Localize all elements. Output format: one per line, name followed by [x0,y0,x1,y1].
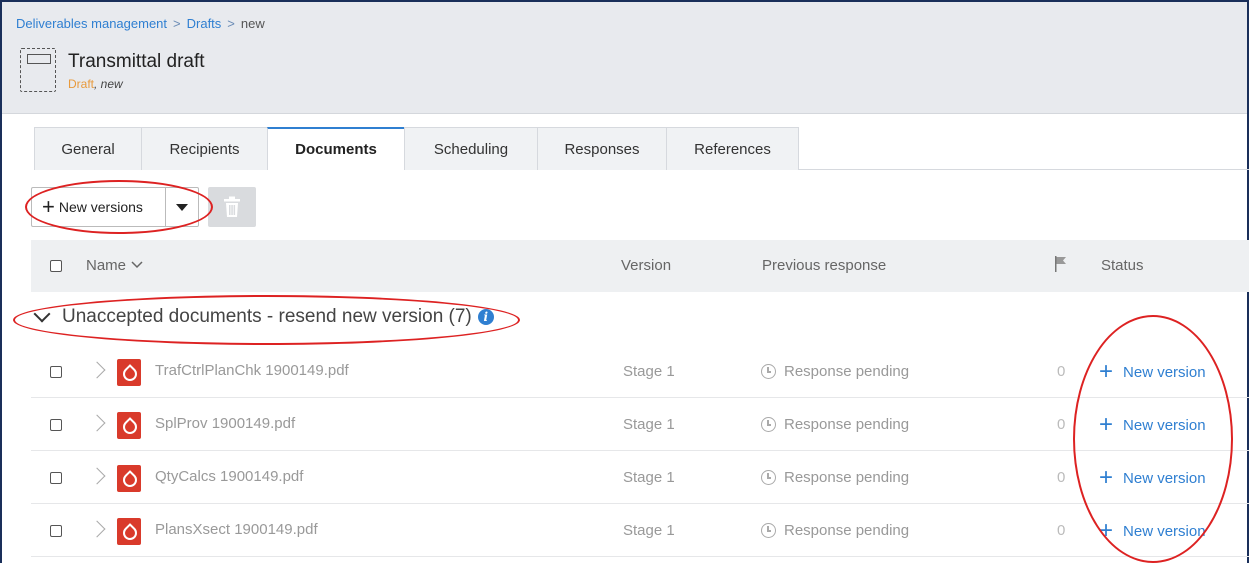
row-checkbox[interactable] [50,472,62,484]
breadcrumb-drafts[interactable]: Drafts [187,16,222,31]
new-version-link[interactable]: + New version [1099,519,1206,543]
file-name[interactable]: PlansXsect 1900149.pdf [155,521,318,538]
pdf-icon [117,465,141,492]
flag-count: 0 [1057,522,1066,539]
group-header[interactable]: Unaccepted documents - resend new versio… [33,305,494,328]
version-value: Stage 1 [623,363,675,380]
chevron-right-icon[interactable] [88,520,106,538]
chevron-right-icon[interactable] [88,467,106,485]
plus-icon: + [1099,411,1114,438]
table-row: TrafCtrlPlanChk 1900149.pdf Stage 1 Resp… [31,345,1249,398]
clock-icon [761,523,776,538]
document-icon [20,48,56,92]
tab-divider [798,169,1249,170]
clock-icon [761,364,776,379]
tab-general[interactable]: General [34,127,142,170]
flag-icon [1053,255,1069,277]
flag-count: 0 [1057,363,1066,380]
new-versions-dropdown-button[interactable] [165,187,199,227]
new-version-label: New version [1123,363,1206,381]
tab-scheduling[interactable]: Scheduling [404,127,538,170]
new-version-label: New version [1123,522,1206,540]
page-title: Transmittal draft [68,51,205,72]
new-versions-button[interactable]: + New versions [31,187,165,227]
breadcrumb-current: new [240,16,265,31]
response-text: Response pending [784,363,910,380]
column-status[interactable]: Status [1101,257,1144,274]
previous-response: Response pending [761,416,909,433]
flag-count: 0 [1057,416,1066,433]
status-line: Draft, new [68,77,123,91]
plus-icon: + [1099,464,1114,491]
plus-icon: + [1099,358,1114,385]
status-suffix: , new [94,77,123,91]
tab-references[interactable]: References [666,127,799,170]
response-text: Response pending [784,416,910,433]
response-text: Response pending [784,469,910,486]
toolbar: + New versions [31,187,199,227]
caret-down-icon [176,203,188,211]
pdf-icon [117,359,141,386]
breadcrumb-separator: > [173,16,181,31]
chevron-right-icon[interactable] [88,414,106,432]
tab-documents[interactable]: Documents [267,127,405,170]
chevron-down-icon [33,305,51,323]
file-name[interactable]: SplProv 1900149.pdf [155,415,295,432]
previous-response: Response pending [761,522,909,539]
column-name[interactable]: Name [86,257,143,274]
row-checkbox[interactable] [50,525,62,537]
new-version-label: New version [1123,416,1206,434]
tab-responses[interactable]: Responses [537,127,667,170]
group-label: Unaccepted documents - resend new versio… [62,306,472,327]
trash-icon [224,196,240,217]
new-version-link[interactable]: + New version [1099,413,1206,437]
page-header: Deliverables management > Drafts > new Trans… [2,2,1247,114]
column-previous-response[interactable]: Previous response [762,257,886,274]
version-value: Stage 1 [623,469,675,486]
previous-response: Response pending [761,469,909,486]
response-text: Response pending [784,522,910,539]
select-all-checkbox[interactable] [50,260,62,272]
chevron-right-icon[interactable] [88,361,106,379]
new-version-link[interactable]: + New version [1099,360,1206,384]
table-row: SplProv 1900149.pdf Stage 1 Response pen… [31,398,1249,451]
table-row: QtyCalcs 1900149.pdf Stage 1 Response pe… [31,451,1249,504]
new-version-label: New version [1123,469,1206,487]
chevron-down-icon [131,261,143,269]
version-value: Stage 1 [623,522,675,539]
delete-button[interactable] [208,187,256,227]
file-name[interactable]: QtyCalcs 1900149.pdf [155,468,303,485]
pdf-icon [117,518,141,545]
plus-icon: + [42,194,55,219]
table-row: PlansXsect 1900149.pdf Stage 1 Response … [31,504,1249,557]
new-versions-label: New versions [58,199,143,215]
status-badge: Draft [68,77,95,91]
row-checkbox[interactable] [50,366,62,378]
clock-icon [761,470,776,485]
column-name-label: Name [86,257,127,274]
breadcrumb: Deliverables management > Drafts > new [16,16,265,31]
breadcrumb-deliverables[interactable]: Deliverables management [16,16,167,31]
pdf-icon [117,412,141,439]
previous-response: Response pending [761,363,909,380]
plus-icon: + [1099,517,1114,544]
row-checkbox[interactable] [50,419,62,431]
tab-recipients[interactable]: Recipients [141,127,268,170]
table-header: Name Version Previous response Status [31,240,1249,292]
flag-count: 0 [1057,469,1066,486]
column-version[interactable]: Version [621,257,671,274]
new-version-link[interactable]: + New version [1099,466,1206,490]
tab-bar: General Recipients Documents Scheduling … [34,127,799,170]
version-value: Stage 1 [623,416,675,433]
file-name[interactable]: TrafCtrlPlanChk 1900149.pdf [155,362,349,379]
info-icon[interactable]: i [477,309,494,325]
breadcrumb-separator: > [227,16,235,31]
clock-icon [761,417,776,432]
